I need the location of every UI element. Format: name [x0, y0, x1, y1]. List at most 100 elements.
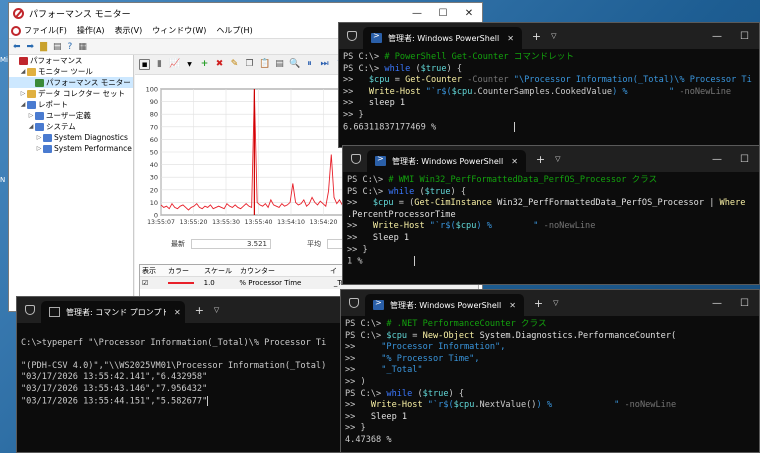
- code-token: .CounterSamples.CookedValue: [472, 86, 613, 97]
- tree-item[interactable]: ▷ ユーザー定義: [9, 110, 133, 121]
- forward-icon[interactable]: ➡: [27, 42, 35, 52]
- y-tick-label: 80: [150, 111, 158, 119]
- delete-counter-icon[interactable]: ✖: [214, 59, 225, 70]
- code-token: >>: [347, 198, 373, 209]
- minimize-button[interactable]: —: [712, 154, 722, 165]
- expand-arrow-icon[interactable]: ▷: [35, 134, 43, 141]
- show-checkbox[interactable]: ☑: [140, 279, 168, 287]
- chevron-down-icon[interactable]: ▽: [553, 299, 558, 307]
- paste-counter-list-icon[interactable]: 📋: [259, 59, 270, 70]
- code-token: ) %: [612, 86, 628, 97]
- terminal-output[interactable]: PS C:\> # WMI Win32_PerfFormattedData_Pe…: [343, 172, 759, 271]
- powershell-window-3[interactable]: 管理者: Windows PowerShell ✕ + ▽ — ☐ PS C:\>…: [340, 289, 760, 453]
- menu-window[interactable]: ウィンドウ(W): [152, 25, 206, 36]
- code-token: >>: [345, 411, 371, 422]
- close-tab-icon[interactable]: ✕: [166, 308, 181, 317]
- col-scale[interactable]: スケール: [204, 266, 240, 276]
- code-token: New-Object: [422, 330, 475, 341]
- change-graph-type-icon[interactable]: 📈: [169, 59, 180, 70]
- chevron-down-icon[interactable]: ▽: [551, 32, 556, 40]
- terminal-line: C:\>typeperf "\Processor Information(_To…: [21, 337, 327, 348]
- zoom-icon[interactable]: 🔍: [289, 59, 300, 70]
- code-token: while: [388, 186, 420, 197]
- new-tab-icon[interactable]: +: [195, 304, 204, 317]
- menu-action[interactable]: 操作(A): [77, 25, 105, 36]
- powershell-window-1[interactable]: 管理者: Windows PowerShell ✕ + ▽ — ☐ PS C:\>…: [338, 22, 760, 148]
- terminal-tab[interactable]: 管理者: Windows PowerShell ✕: [365, 294, 524, 316]
- terminal-output[interactable]: PS C:\> # PowerShell Get-Counter コマンドレット…: [339, 49, 759, 136]
- properties-icon[interactable]: ▤: [274, 59, 285, 70]
- freeze-display-icon[interactable]: ⏸: [304, 59, 315, 70]
- menu-view[interactable]: 表示(V): [115, 25, 143, 36]
- expand-arrow-icon[interactable]: ▷: [27, 112, 35, 119]
- col-show[interactable]: 表示: [140, 266, 168, 276]
- view-current-activity-icon[interactable]: ▪: [139, 59, 150, 70]
- code-token: while: [386, 388, 418, 399]
- code-token: >>: [345, 365, 382, 376]
- terminal-tab[interactable]: 管理者: Windows PowerShell ✕: [363, 27, 522, 49]
- terminal-output[interactable]: C:\>typeperf "\Processor Information(_To…: [17, 323, 343, 410]
- copy-properties-icon[interactable]: ❐: [244, 59, 255, 70]
- code-token: Sleep 1: [372, 232, 410, 243]
- minimize-button[interactable]: —: [712, 31, 722, 42]
- menu-help[interactable]: ヘルプ(H): [216, 25, 252, 36]
- minimize-button[interactable]: —: [712, 298, 722, 309]
- col-counter[interactable]: カウンター: [240, 266, 330, 276]
- expand-arrow-icon[interactable]: ◢: [27, 123, 35, 130]
- terminal-tab[interactable]: 管理者: コマンド プロンプト - typep ✕: [41, 301, 185, 323]
- up-folder-icon[interactable]: ▇: [40, 42, 47, 52]
- cmd-window[interactable]: 管理者: コマンド プロンプト - typep ✕ + ▽ C:\>typepe…: [16, 296, 344, 453]
- perfmon-titlebar[interactable]: パフォーマンス モニター — ☐ ✕: [9, 3, 482, 23]
- highlight-icon[interactable]: ✎: [229, 59, 240, 70]
- update-data-icon[interactable]: ⏭: [319, 59, 330, 70]
- new-tab-icon[interactable]: +: [534, 297, 543, 310]
- terminal-tab[interactable]: 管理者: Windows PowerShell ✕: [367, 150, 526, 172]
- tree-node-icon: [35, 111, 44, 120]
- maximize-button[interactable]: ☐: [430, 8, 456, 19]
- code-token: >>: [347, 221, 373, 232]
- new-tab-icon[interactable]: +: [532, 30, 541, 43]
- tree-item[interactable]: ◢ システム: [9, 121, 133, 132]
- terminal-line: PS C:\> while ($true) {: [345, 389, 755, 401]
- tree-item[interactable]: パフォーマンス: [9, 55, 133, 66]
- menu-file[interactable]: ファイル(F): [11, 25, 67, 36]
- code-token: >>: [343, 75, 369, 86]
- chevron-down-icon[interactable]: ▽: [214, 306, 219, 314]
- expand-arrow-icon[interactable]: ◢: [19, 101, 27, 108]
- col-color[interactable]: カラー: [168, 266, 204, 276]
- terminal-line: >> "_Total": [345, 365, 755, 377]
- view-log-data-icon[interactable]: ▮: [154, 59, 165, 70]
- terminal-line: >> $cpu = Get-Counter -Counter "\Process…: [343, 75, 755, 87]
- maximize-button[interactable]: ☐: [740, 154, 749, 165]
- expand-arrow-icon[interactable]: ▷: [19, 90, 27, 97]
- code-token: Get-Counter: [405, 75, 463, 86]
- code-token: =: [389, 75, 406, 86]
- back-icon[interactable]: ⬅: [13, 42, 21, 52]
- tree-item[interactable]: パフォーマンス モニター: [9, 77, 133, 88]
- tree-item[interactable]: ▷ System Performance: [9, 143, 133, 154]
- dropdown-icon[interactable]: ▼: [184, 59, 195, 70]
- maximize-button[interactable]: ☐: [740, 298, 749, 309]
- show-hide-tree-icon[interactable]: ▤: [53, 42, 62, 52]
- maximize-button[interactable]: ☐: [740, 31, 749, 42]
- properties-icon[interactable]: ▦: [78, 42, 87, 52]
- close-tab-icon[interactable]: ✕: [499, 34, 514, 43]
- close-tab-icon[interactable]: ✕: [503, 157, 518, 166]
- code-token: -noNewLine: [543, 221, 596, 232]
- expand-arrow-icon[interactable]: ▷: [35, 145, 43, 152]
- new-tab-icon[interactable]: +: [536, 153, 545, 166]
- terminal-output[interactable]: PS C:\> # .NET PerformanceCounter クラス PS …: [341, 316, 759, 450]
- minimize-button[interactable]: —: [404, 8, 430, 19]
- tree-item[interactable]: ▷ データ コレクター セット: [9, 88, 133, 99]
- close-button[interactable]: ✕: [456, 8, 482, 19]
- expand-arrow-icon[interactable]: ◢: [19, 68, 27, 75]
- tree-item[interactable]: ◢ モニター ツール: [9, 66, 133, 77]
- tree-item[interactable]: ▷ System Diagnostics: [9, 132, 133, 143]
- help-icon[interactable]: ?: [68, 42, 73, 52]
- tree-item[interactable]: ◢ レポート: [9, 99, 133, 110]
- close-tab-icon[interactable]: ✕: [501, 301, 516, 310]
- add-counter-icon[interactable]: +: [199, 59, 210, 70]
- powershell-window-2[interactable]: 管理者: Windows PowerShell ✕ + ▽ — ☐ PS C:\>…: [342, 145, 760, 285]
- chevron-down-icon[interactable]: ▽: [555, 155, 560, 163]
